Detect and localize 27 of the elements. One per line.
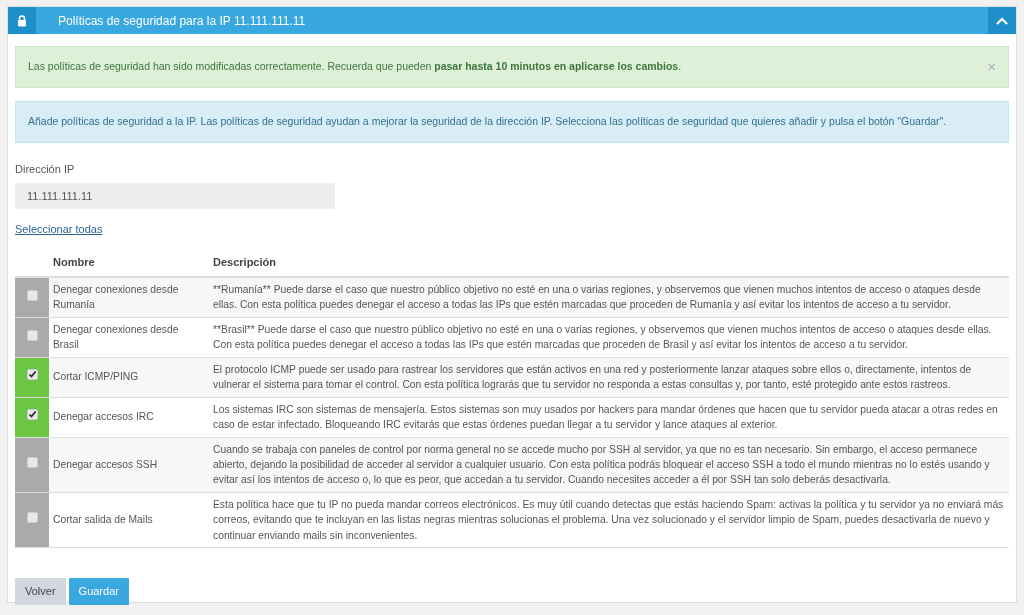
table-cell: Cuando se trabaja con paneles de control por norma general no se accede mucho por SSH al servidor, ya que no es tan necesario. Sin embargo, el acceso permanece abierto, dejando la posibilidad de acceder al servidor a cualquier usuario. Con esta política podrás bloquear el acceso SSH a todo el mundo mientras no lo estés usando y evitar así los intentos de acceso o, lo que es peor, que accedan a tu servidor. Cuando necesites acceder a él por SSH tan solo deberás desactivarla. bbox=[209, 437, 1009, 493]
table-cell: Denegar accesos IRC bbox=[49, 397, 209, 437]
table-cell: Cortar salida de Mails bbox=[49, 492, 209, 548]
checkbox[interactable] bbox=[26, 329, 38, 341]
back-button[interactable]: Volver bbox=[15, 578, 66, 605]
checkbox[interactable] bbox=[26, 456, 38, 468]
collapse-button[interactable] bbox=[988, 7, 1016, 34]
table-cell: Denegar accesos SSH bbox=[49, 437, 209, 493]
table-cell: **Rumanía** Puede darse el caso que nuestro público objetivo no esté en una o varias regiones, y observemos que vienen muchos intentos de acceso o ataques desde ellas. Con esta política puedes denegar el acceso a todas las IPs que estén marcadas que proceden de Rumanía y así evitar los intentos de acceso a tu servidor. bbox=[209, 277, 1009, 318]
checkbox[interactable] bbox=[26, 409, 38, 421]
table-cell: El protocolo ICMP puede ser usado para rastrear los servidores que están activos en una red y posteriormente lanzar ataques sobre ellos o, directamente, intentos de vulnerar el sistema para tomar el control. Con esta política lograrás que tu servidor no responda a estas consultas y, por tanto, esté protegido ante estos rastreos. bbox=[209, 357, 1009, 398]
table-cell: Esta política hace que tu IP no pueda mandar correos electrónicos. Es muy útil cuando detectas que estás haciendo Spam: activas la política y tu servidor ya no enviará más correos, evitando que te incluyan en las listas negras mientras solucionas el problema. Una vez solucionado y el servidor limpio de Spam, puedes desactivarla de nuevo y continuar enviando mails sin inconvenientes. bbox=[209, 492, 1009, 548]
chevron-up-icon bbox=[996, 16, 1008, 25]
panel-title: Políticas de seguridad para la IP 11.111.111.11 bbox=[57, 12, 307, 30]
info-message: Añade políticas de seguridad a la IP. Las políticas de seguridad ayudan a mejorar la seguridad de la dirección IP. Selecciona las políticas de seguridad que quieres añadir y pulsa el botón "Guardar". bbox=[28, 113, 947, 129]
field-label: Dirección IP bbox=[15, 161, 76, 177]
table-cell: Denegar conexiones desde Brasil bbox=[49, 317, 209, 358]
table-cell: Cortar ICMP/PING bbox=[49, 357, 209, 398]
ip-address-field[interactable]: 11.111.111.11 bbox=[15, 183, 335, 209]
checkbox[interactable] bbox=[26, 369, 38, 381]
checkbox[interactable] bbox=[26, 512, 38, 524]
table-cell: **Brasil** Puede darse el caso que nuestro público objetivo no esté en una o varias regiones, y observemos que vienen muchos intentos de acceso o ataques desde ellas. Con esta política puedes denegar el acceso a todas las IPs que estén marcadas que proceden de Brasil y así evitar los intentos de acceso a tu servidor. bbox=[209, 317, 1009, 358]
table-cell: Los sistemas IRC son sistemas de mensajería. Estos sistemas son muy usados por hackers para mandar órdenes que hacen que tu servidor pueda atacar a otras redes en caso de estar infectado. Bloqueando IRC evitarás que estas órdenes puedan llegar a tu servidor y lance ataques al exterior. bbox=[209, 397, 1009, 437]
table-cell: Denegar conexiones desde Rumanía bbox=[49, 277, 209, 318]
success-message: Las políticas de seguridad han sido modificadas correctamente. Recuerda que pueden pasar hasta 10 minutos en aplicarse los cambios. bbox=[28, 59, 682, 74]
select-all-link[interactable]: Seleccionar todas bbox=[15, 221, 103, 238]
checkbox[interactable] bbox=[26, 289, 38, 301]
